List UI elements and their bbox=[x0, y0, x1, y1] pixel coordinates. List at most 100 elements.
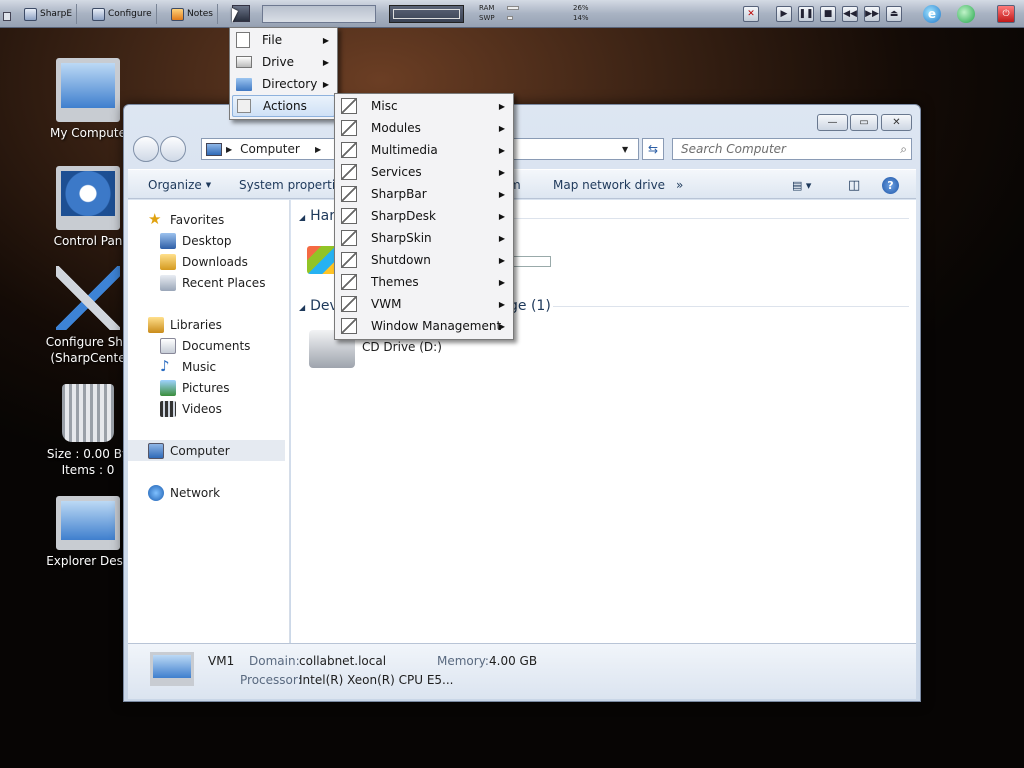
menu-item-sharpbar[interactable]: SharpBar ▶ bbox=[337, 183, 511, 205]
music-icon: ♪ bbox=[160, 356, 170, 375]
nav-libraries[interactable]: Libraries bbox=[148, 314, 305, 335]
preview-pane-icon[interactable]: ◫ bbox=[848, 170, 860, 200]
pause-icon[interactable]: ❚❚ bbox=[798, 6, 814, 22]
task-slot-active[interactable] bbox=[389, 5, 464, 23]
explorer-desk-icon bbox=[56, 496, 120, 550]
taskbar-button-notes[interactable]: Notes bbox=[167, 4, 218, 24]
submenu-arrow-icon: ▶ bbox=[498, 255, 505, 265]
minimize-button[interactable]: — bbox=[817, 114, 848, 131]
menu-item-window-management[interactable]: Window Management ▶ bbox=[337, 315, 511, 337]
action-icon bbox=[341, 120, 357, 136]
action-icon bbox=[341, 230, 357, 246]
search-icon[interactable]: ⌕ bbox=[900, 142, 907, 157]
action-icon bbox=[341, 318, 357, 334]
ram-gauge: RAM SWP 26% 14% bbox=[479, 4, 589, 24]
internet-explorer-icon[interactable]: e bbox=[923, 5, 941, 23]
pictures-icon bbox=[160, 379, 176, 396]
taskbar-button-configure[interactable]: Configure bbox=[88, 4, 157, 24]
nav-computer[interactable]: Computer bbox=[128, 440, 285, 461]
ram-value: 26% bbox=[573, 4, 589, 12]
videos-icon bbox=[160, 400, 176, 417]
menu-item-shutdown[interactable]: Shutdown ▶ bbox=[337, 249, 511, 271]
swp-bar bbox=[507, 16, 513, 20]
processor-label: Processor: bbox=[240, 673, 302, 687]
maximize-button[interactable]: ▭ bbox=[850, 114, 878, 131]
computer-small-icon bbox=[206, 142, 222, 156]
search-box[interactable]: Search Computer ⌕ bbox=[672, 138, 912, 160]
nav-favorites[interactable]: ★ Favorites bbox=[148, 209, 305, 230]
eject-icon[interactable]: ⏏ bbox=[886, 6, 902, 22]
swp-label: SWP bbox=[479, 14, 495, 22]
computer-icon bbox=[148, 442, 164, 459]
task-slot-inner bbox=[393, 9, 460, 19]
drive-icon bbox=[236, 56, 252, 68]
menu-item-actions[interactable]: Actions bbox=[232, 95, 335, 117]
drive-usage-bar bbox=[511, 256, 551, 267]
tools-icon bbox=[56, 266, 120, 330]
menu-item-misc[interactable]: Misc ▶ bbox=[337, 95, 511, 117]
menu-item-multimedia[interactable]: Multimedia ▶ bbox=[337, 139, 511, 161]
network-icon bbox=[148, 484, 164, 501]
notes-icon bbox=[171, 7, 184, 21]
menu-item-drive[interactable]: Drive ▶ bbox=[232, 51, 335, 73]
submenu-arrow-icon: ▶ bbox=[498, 189, 505, 199]
menu-item-directory[interactable]: Directory ▶ bbox=[232, 73, 335, 95]
action-icon bbox=[341, 98, 357, 114]
menu-item-services[interactable]: Services ▶ bbox=[337, 161, 511, 183]
taskbar-grip bbox=[3, 12, 11, 21]
documents-icon bbox=[160, 337, 176, 354]
hard-disk-group-header[interactable]: ◢ Har bbox=[299, 208, 335, 224]
refresh-button[interactable]: ⇆ bbox=[642, 138, 664, 160]
windows-drive-icon[interactable] bbox=[307, 246, 337, 274]
menu-item-vwm[interactable]: VWM ▶ bbox=[337, 293, 511, 315]
memory-label: Memory: bbox=[437, 654, 489, 668]
devices-group-header[interactable]: ◢ Dev bbox=[299, 298, 338, 314]
libraries-icon bbox=[148, 316, 164, 333]
breadcrumb-computer[interactable]: Computer bbox=[240, 142, 300, 156]
menu-item-sharpskin[interactable]: SharpSkin ▶ bbox=[337, 227, 511, 249]
back-button[interactable] bbox=[133, 136, 159, 162]
next-icon[interactable]: ▶▶ bbox=[864, 6, 880, 22]
actions-icon bbox=[237, 99, 251, 113]
close-button[interactable]: ✕ bbox=[881, 114, 912, 131]
recycle-bin-icon bbox=[62, 384, 114, 442]
nav-network[interactable]: Network bbox=[148, 482, 305, 503]
devices-group-count: ge (1) bbox=[509, 298, 551, 314]
mouse-cursor-icon bbox=[232, 8, 238, 23]
breadcrumb-chevron-icon[interactable]: ▶ bbox=[315, 145, 321, 154]
taskbar-button-sharpe[interactable]: SharpE bbox=[20, 4, 78, 24]
more-commands-button[interactable]: » bbox=[676, 170, 683, 200]
forward-button[interactable] bbox=[160, 136, 186, 162]
view-options-icon[interactable]: ▤ ▾ bbox=[792, 170, 811, 200]
power-icon[interactable]: ⏻ bbox=[997, 5, 1015, 23]
computer-name: VM1 bbox=[208, 654, 235, 668]
action-icon bbox=[341, 142, 357, 158]
play-icon[interactable]: ▶ bbox=[776, 6, 792, 22]
group-collapse-icon: ◢ bbox=[299, 303, 306, 312]
menu-item-sharpdesk[interactable]: SharpDesk ▶ bbox=[337, 205, 511, 227]
task-slot[interactable] bbox=[262, 5, 376, 23]
map-network-drive-button[interactable]: Map network drive bbox=[553, 170, 665, 200]
organize-button[interactable]: Organize ▼ bbox=[148, 170, 211, 200]
star-icon: ★ bbox=[148, 209, 162, 228]
menu-item-modules[interactable]: Modules ▶ bbox=[337, 117, 511, 139]
mute-icon[interactable]: ✕ bbox=[743, 6, 759, 22]
submenu-arrow-icon: ▶ bbox=[498, 233, 505, 243]
chevron-down-icon: ▼ bbox=[205, 181, 212, 189]
action-icon bbox=[341, 296, 357, 312]
system-properties-button[interactable]: System properties bbox=[239, 170, 349, 200]
search-input[interactable]: Search Computer bbox=[681, 142, 786, 156]
sharpe-icon bbox=[24, 7, 37, 21]
menu-item-file[interactable]: File ▶ bbox=[232, 29, 335, 51]
action-icon bbox=[341, 164, 357, 180]
address-dropdown-icon[interactable]: ▼ bbox=[622, 145, 628, 154]
help-icon[interactable]: ? bbox=[882, 170, 899, 200]
ram-bar bbox=[507, 6, 519, 10]
previous-icon[interactable]: ◀◀ bbox=[842, 6, 858, 22]
cd-drive-label[interactable]: CD Drive (D:) bbox=[362, 340, 442, 354]
media-player-icon[interactable] bbox=[957, 5, 975, 23]
stop-icon[interactable]: ■ bbox=[820, 6, 836, 22]
downloads-icon bbox=[160, 253, 176, 270]
menu-item-themes[interactable]: Themes ▶ bbox=[337, 271, 511, 293]
submenu-arrow-icon: ▶ bbox=[322, 57, 329, 67]
